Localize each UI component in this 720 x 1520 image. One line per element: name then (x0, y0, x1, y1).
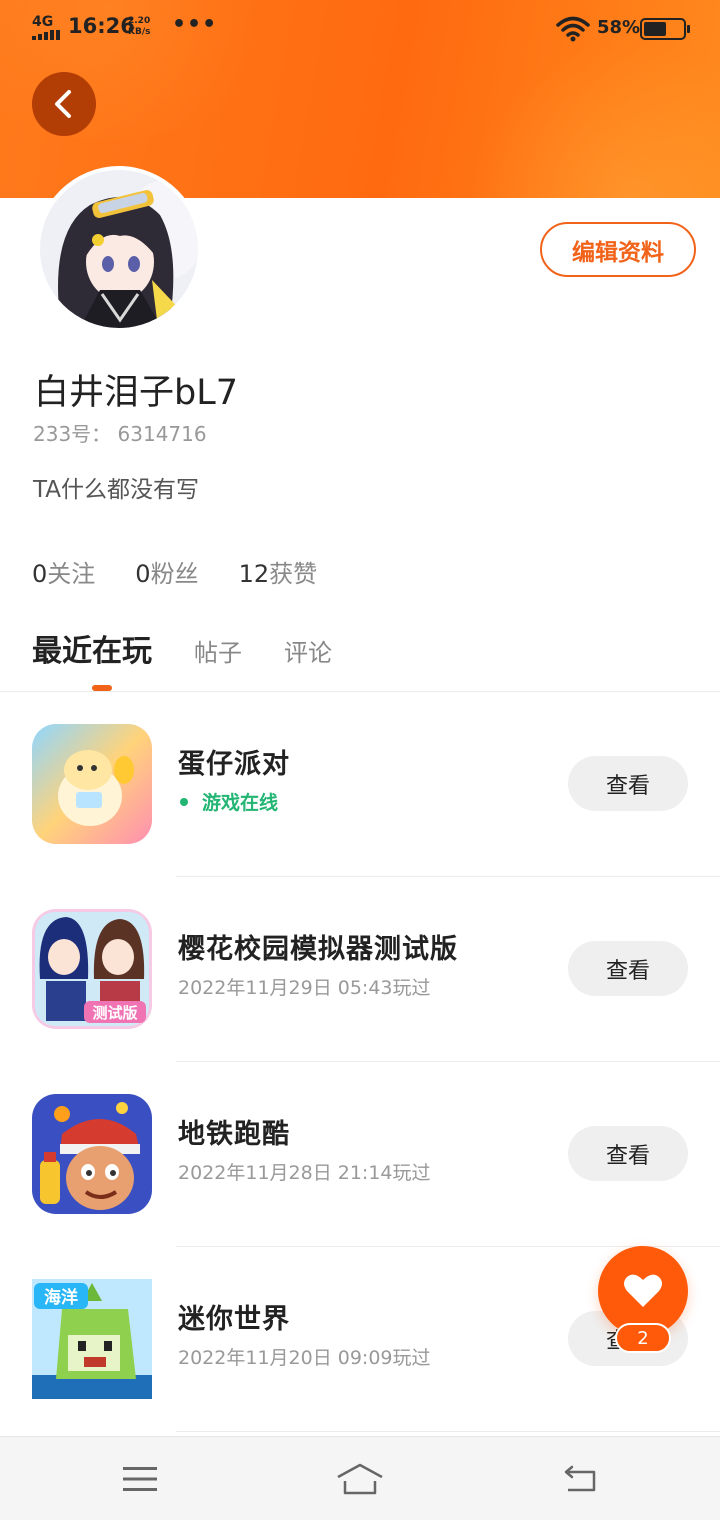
stat-likes[interactable]: 12获赞 (239, 554, 318, 589)
battery-icon (640, 18, 690, 40)
game-icon-subway-surfers (32, 1094, 152, 1214)
stat-number: 0 (135, 560, 151, 588)
stat-number: 0 (32, 560, 48, 588)
banner-glow (470, 40, 720, 198)
back-nav-button[interactable] (550, 1459, 610, 1499)
clock: 16:26 (68, 14, 135, 38)
stat-label: 获赞 (269, 560, 318, 588)
icon-text: 测试版 (92, 1004, 137, 1022)
game-name: 地铁跑酷 (178, 1119, 290, 1150)
avatar-image (40, 170, 198, 328)
tab-comments[interactable]: 评论 (284, 633, 332, 668)
tab-posts[interactable]: 帖子 (194, 633, 242, 668)
stat-following[interactable]: 0关注 (32, 554, 95, 589)
back-button[interactable] (32, 72, 96, 136)
signal-icon (32, 30, 60, 40)
battery-level (644, 22, 666, 36)
username: 白井泪子bL7 (34, 373, 238, 413)
home-icon (337, 1463, 383, 1495)
last-played: 2022年11月28日 21:14玩过 (178, 1162, 431, 1184)
game-icon-egg-party (32, 724, 152, 844)
system-nav-bar (0, 1436, 720, 1520)
edit-profile-button[interactable]: 编辑资料 (540, 222, 696, 277)
game-name: 迷你世界 (178, 1304, 290, 1335)
stat-label: 关注 (47, 560, 96, 588)
menu-icon (123, 1467, 157, 1491)
more-notifications-icon: ••• (172, 12, 218, 37)
game-row[interactable]: 地铁跑酷 2022年11月28日 21:14玩过 查看 (0, 1062, 720, 1247)
stat-label: 粉丝 (150, 560, 199, 588)
avatar[interactable] (36, 166, 202, 332)
game-row[interactable]: 蛋仔派对 游戏在线 查看 (0, 692, 720, 877)
icon-text: 海洋 (44, 1287, 78, 1308)
last-played: 2022年11月29日 05:43玩过 (178, 977, 431, 999)
stat-number: 12 (238, 560, 270, 588)
game-icon-sakura-school: 测试版 (32, 909, 152, 1029)
game-name: 樱花校园模拟器测试版 (178, 934, 458, 965)
battery-percent: 58% (597, 17, 641, 38)
chevron-left-icon (55, 90, 71, 118)
profile-tabs: 最近在玩 帖子 评论 (32, 626, 374, 676)
heart-icon (624, 1274, 662, 1307)
network-speed: 2.20 KB/s (128, 16, 150, 38)
speed-value: 2.20 (128, 16, 151, 26)
game-icon-mini-world: 海洋 (32, 1279, 152, 1399)
menu-button[interactable] (110, 1459, 170, 1499)
online-status: 游戏在线 (180, 788, 278, 815)
speed-unit: KB/s (128, 27, 151, 37)
game-row[interactable]: 测试版 樱花校园模拟器测试版 2022年11月29日 05:43玩过 查看 (0, 877, 720, 1062)
user-id: 233号： 6314716 (33, 422, 207, 446)
home-button[interactable] (330, 1459, 390, 1499)
back-icon (564, 1465, 596, 1492)
like-count-badge: 2 (615, 1323, 671, 1353)
tab-recently-played[interactable]: 最近在玩 (32, 626, 152, 670)
view-button[interactable]: 查看 (568, 941, 688, 996)
user-bio: TA什么都没有写 (33, 477, 199, 503)
stat-followers[interactable]: 0粉丝 (135, 554, 198, 589)
view-button[interactable]: 查看 (568, 1126, 688, 1181)
game-name: 蛋仔派对 (178, 749, 290, 780)
last-played: 2022年11月20日 09:09玩过 (178, 1347, 431, 1369)
wifi-icon (556, 16, 590, 42)
network-type: 4G (32, 14, 54, 30)
view-button[interactable]: 查看 (568, 756, 688, 811)
status-bar: 4G 16:26 2.20 KB/s ••• 58% (0, 0, 720, 56)
profile-stats: 0关注 0粉丝 12获赞 (32, 554, 317, 589)
divider (176, 1431, 720, 1432)
